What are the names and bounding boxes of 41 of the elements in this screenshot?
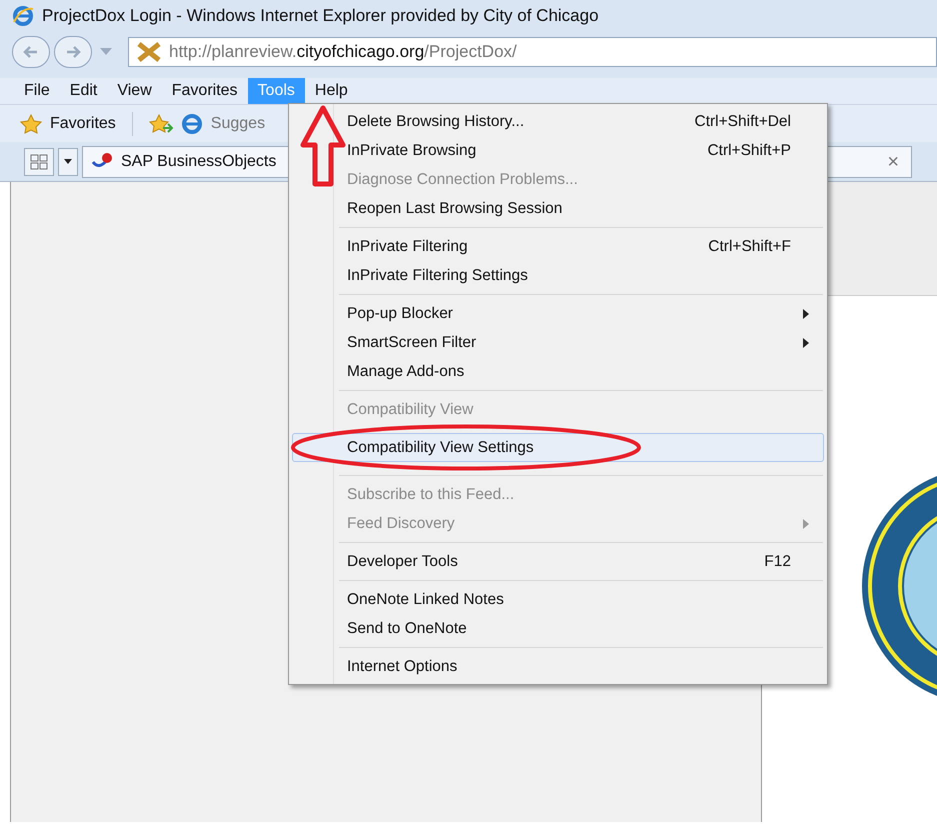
menu-item[interactable]: InPrivate Browsing Ctrl+Shift+P [292, 136, 824, 165]
menu-item[interactable]: Send to OneNote [292, 614, 824, 643]
menu-item[interactable]: Delete Browsing History... Ctrl+Shift+Del [292, 107, 824, 136]
submenu-arrow-icon [803, 338, 809, 348]
menu-item[interactable]: Pop-up Blocker [292, 299, 824, 328]
menu-item[interactable]: Internet Options [292, 652, 824, 681]
back-arrow-icon [23, 45, 39, 59]
close-tab-button[interactable]: × [887, 146, 899, 176]
browser-logo-icon [180, 112, 203, 134]
menu-item[interactable]: OneNote Linked Notes [292, 585, 824, 614]
menu-bar-item[interactable]: Edit [60, 78, 108, 104]
window-title: ProjectDox Login - Windows Internet Explorer provided by City of Chicago [42, 5, 599, 28]
star-icon [20, 114, 42, 134]
tab-list-button[interactable] [58, 148, 78, 176]
back-button[interactable] [12, 36, 50, 68]
favorites-button[interactable]: Favorites [50, 112, 116, 136]
suggested-sites-link[interactable]: Sugges [210, 112, 266, 136]
menu-bar-item[interactable]: Help [304, 78, 358, 104]
add-favorite-icon[interactable] [148, 114, 173, 134]
caret-icon [64, 159, 72, 164]
browser-logo-icon [12, 5, 34, 27]
menu-item[interactable]: Compatibility View Settings [292, 433, 824, 462]
menu-item[interactable]: Manage Add-ons [292, 357, 824, 386]
forward-arrow-icon [65, 45, 81, 59]
menu-item[interactable]: InPrivate Filtering Settings [292, 261, 824, 290]
submenu-arrow-icon [803, 518, 809, 528]
dropdown-caret-icon[interactable] [100, 48, 112, 56]
submenu-arrow-icon [803, 308, 809, 318]
menu-item[interactable]: Reopen Last Browsing Session [292, 194, 824, 223]
up-arrow-icon [300, 105, 346, 187]
quick-tabs-button[interactable] [24, 148, 54, 176]
menu-item[interactable]: Developer Tools F12 [292, 547, 824, 576]
address-field[interactable]: http://planreview.cityofchicago.org/ProjectDox/ [128, 37, 937, 67]
menu-bar-item[interactable]: View [107, 78, 162, 104]
highlight-ellipse-icon [290, 424, 642, 471]
grid-icon [30, 154, 48, 170]
menu-item[interactable]: SmartScreen Filter [292, 328, 824, 357]
menu-item[interactable]: InPrivate Filtering Ctrl+Shift+F [292, 232, 824, 261]
forward-button[interactable] [54, 36, 92, 68]
menu-bar-item[interactable]: Favorites [162, 78, 248, 104]
menu-bar-item[interactable]: File [14, 78, 60, 104]
